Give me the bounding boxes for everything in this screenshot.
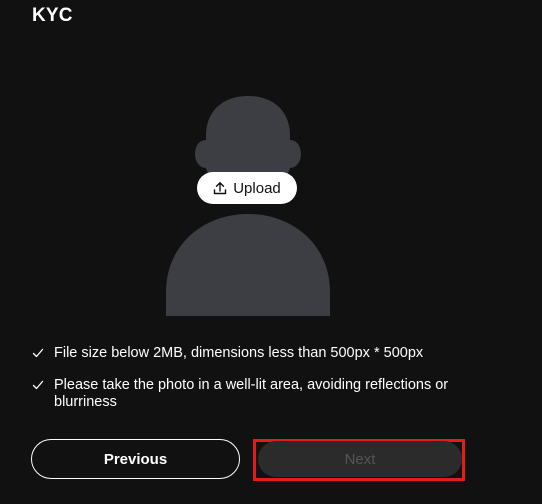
requirement-text: Please take the photo in a well-lit area…: [54, 377, 449, 410]
requirement-text: File size below 2MB, dimensions less tha…: [54, 345, 424, 361]
check-icon: [32, 347, 46, 364]
upload-icon: [213, 181, 227, 195]
check-icon: [32, 379, 46, 396]
requirements-list: File size below 2MB, dimensions less tha…: [32, 345, 472, 424]
avatar-placeholder: [166, 96, 330, 316]
next-button[interactable]: Next: [258, 441, 462, 477]
requirement-item: File size below 2MB, dimensions less tha…: [32, 345, 472, 364]
upload-button[interactable]: Upload: [197, 172, 297, 204]
previous-button[interactable]: Previous: [31, 439, 240, 479]
requirement-item: Please take the photo in a well-lit area…: [32, 377, 472, 411]
kyc-page: KYC Upload File size below 2MB, dimensio…: [0, 0, 542, 504]
page-title: KYC: [32, 5, 73, 26]
upload-label: Upload: [233, 179, 281, 197]
